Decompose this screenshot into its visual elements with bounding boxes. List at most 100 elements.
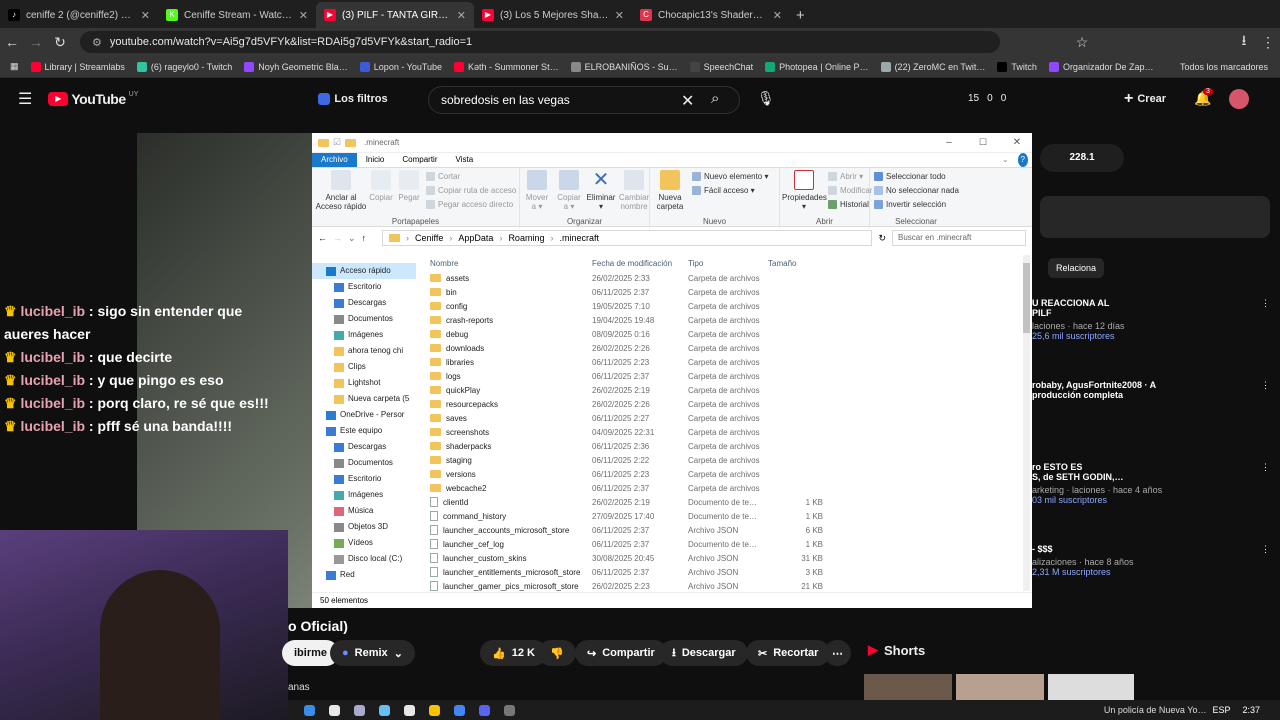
breadcrumb-item[interactable]: Ceniffe: [415, 233, 443, 243]
url-field[interactable]: ⚙ youtube.com/watch?v=Ai5g7d5VFYk&list=RD…: [80, 31, 1000, 53]
nav-tree-item[interactable]: ahora tenog chi: [312, 343, 416, 359]
copy-to-button[interactable]: Copiar a ▾: [554, 170, 584, 211]
refresh-icon[interactable]: ↻: [878, 233, 886, 244]
table-row[interactable]: clientId 26/02/2025 2:19 Documento de te… 1…: [422, 495, 1022, 509]
delete-button[interactable]: ✕ Eliminar ▾: [586, 170, 616, 211]
search-icon[interactable]: ⌕: [711, 90, 719, 107]
taskbar-media[interactable]: Un policía de Nueva Yo…: [1104, 705, 1207, 715]
table-row[interactable]: webcache2 06/11/2025 2:37 Carpeta de archi…: [422, 481, 1022, 495]
forward-icon[interactable]: →: [333, 233, 342, 243]
bookmark-item[interactable]: (22) ZeroMC en Twit…: [880, 61, 985, 72]
maximize-button[interactable]: ☐: [968, 137, 998, 148]
move-to-button[interactable]: Mover a ▾: [522, 170, 552, 211]
bookmark-item[interactable]: Library | Streamlabs: [30, 61, 125, 72]
nav-tree-item[interactable]: Descargas: [312, 439, 416, 455]
tab-close-icon[interactable]: ✕: [299, 9, 308, 22]
youtube-logo[interactable]: ▶ YouTube UY: [48, 91, 138, 107]
filters-button[interactable]: Los filtros: [318, 93, 388, 105]
bookmark-item[interactable]: Noyh Geometric Bla…: [244, 61, 348, 72]
table-row[interactable]: resourcepacks 26/02/2025 2:26 Carpeta de a…: [422, 397, 1022, 411]
rename-button[interactable]: Cambiar nombre: [618, 170, 650, 211]
browser-tab[interactable]: ▶ (3) PILF - TANTA GIRA (Vid… ✕: [316, 2, 474, 28]
invert-selection-button[interactable]: Invertir selección: [874, 200, 946, 209]
recommended-video[interactable]: ro ESTO ES S, de SETH GODIN,… arketing · l…: [1032, 454, 1280, 536]
nav-tree-item[interactable]: Escritorio: [312, 471, 416, 487]
breadcrumb-item[interactable]: AppData: [458, 233, 493, 243]
browser-tab[interactable]: ▶ (3) Los 5 Mejores Shaders para… ✕: [474, 2, 632, 28]
ribbon-tab[interactable]: Compartir: [393, 153, 446, 167]
table-row[interactable]: assets 26/02/2025 2:33 Carpeta de archivos: [422, 271, 1022, 285]
browser-tab[interactable]: ♪ ceniffe 2 (@ceniffe2) está emitie… ✕: [0, 2, 158, 28]
paste-button[interactable]: Pegar: [396, 170, 422, 202]
table-row[interactable]: versions 06/11/2025 2:23 Carpeta de archiv…: [422, 467, 1022, 481]
table-row[interactable]: debug 08/09/2025 0:16 Carpeta de archivos: [422, 327, 1022, 341]
tab-close-icon[interactable]: ✕: [615, 9, 624, 22]
nav-tree-item[interactable]: Nueva carpeta (5: [312, 391, 416, 407]
like-button[interactable]: 👍 12 K: [480, 640, 547, 666]
taskbar-app-icon[interactable]: [379, 704, 390, 716]
table-row[interactable]: screenshots 04/09/2025 22:31 Carpeta de ar…: [422, 425, 1022, 439]
clip-button[interactable]: ✂ Recortar: [746, 640, 831, 666]
apps-grid-icon[interactable]: ▦: [10, 61, 19, 72]
bookmark-item[interactable]: Lopon - YouTube: [359, 61, 442, 72]
share-button[interactable]: ↪ Compartir: [575, 640, 667, 666]
close-button[interactable]: ✕: [1002, 137, 1032, 148]
nav-tree-item[interactable]: Música: [312, 503, 416, 519]
recommended-video[interactable]: robaby, AgusFortnite2008 · Aproducción c…: [1032, 372, 1280, 454]
short-thumbnail[interactable]: [956, 674, 1044, 700]
paste-shortcut-button[interactable]: Pegar acceso directo: [426, 200, 513, 209]
dislike-button[interactable]: 👎: [538, 640, 576, 666]
nav-tree-item[interactable]: Clips: [312, 359, 416, 375]
clock[interactable]: 2:37: [1242, 705, 1260, 715]
short-thumbnail[interactable]: [1048, 674, 1134, 700]
nav-tree-item[interactable]: Documentos: [312, 311, 416, 327]
table-row[interactable]: launcher_cef_log 06/11/2025 2:37 Documento…: [422, 537, 1022, 551]
more-dots-icon[interactable]: ⋮: [1261, 380, 1270, 391]
ribbon-tab[interactable]: Inicio: [357, 153, 394, 167]
quick-access-toolbar-icon[interactable]: ☑: [333, 137, 341, 148]
nav-tree-item[interactable]: Disco local (C:): [312, 551, 416, 567]
nav-tree-item[interactable]: Lightshot: [312, 375, 416, 391]
nav-tree-item[interactable]: Documentos: [312, 455, 416, 471]
bookmark-item[interactable]: Kəth - Summoner St…: [454, 61, 559, 72]
back-icon[interactable]: ←: [318, 233, 327, 243]
table-row[interactable]: shaderpacks 06/11/2025 2:36 Carpeta de arc…: [422, 439, 1022, 453]
browser-tab[interactable]: C Chocapic13's Shaders para Min… ✕: [632, 2, 790, 28]
table-row[interactable]: staging 06/11/2025 2:22 Carpeta de archivo…: [422, 453, 1022, 467]
taskbar-app-icon[interactable]: [304, 704, 315, 716]
table-row[interactable]: launcher_accounts_microsoft_store 06/11/2…: [422, 523, 1022, 537]
select-none-button[interactable]: No seleccionar nada: [874, 186, 959, 195]
up-icon[interactable]: ↑: [362, 233, 367, 243]
taskbar-app-icon[interactable]: [354, 704, 365, 716]
taskbar-app-icon[interactable]: [404, 704, 415, 716]
browser-tab[interactable]: K Ceniffe Stream - Watch Live on … ✕: [158, 2, 316, 28]
history-button[interactable]: Historial: [828, 200, 869, 209]
more-actions-button[interactable]: ⋯: [824, 640, 851, 666]
more-dots-icon[interactable]: ⋮: [1261, 298, 1270, 309]
collapse-ribbon-icon[interactable]: ⌄: [993, 153, 1018, 167]
nav-tree-item[interactable]: OneDrive - Persor: [312, 407, 416, 423]
taskbar-app-icon[interactable]: [429, 704, 440, 716]
bookmark-star-icon[interactable]: ☆: [1070, 34, 1094, 51]
avatar[interactable]: [1229, 89, 1249, 109]
recent-dropdown-icon[interactable]: ⌄: [348, 233, 356, 244]
new-folder-button[interactable]: Nueva carpeta: [652, 170, 688, 211]
help-icon[interactable]: ?: [1017, 153, 1028, 167]
minimize-button[interactable]: –: [934, 137, 964, 148]
recommended-video[interactable]: U REACCIONA AL PILF laciones · hace 12 día…: [1032, 290, 1280, 372]
playlist-header[interactable]: [1040, 196, 1270, 238]
nav-tree-item[interactable]: Vídeos: [312, 535, 416, 551]
select-all-button[interactable]: Seleccionar todo: [874, 172, 946, 181]
table-row[interactable]: launcher_entitlements_microsoft_store 06/…: [422, 565, 1022, 579]
col-type[interactable]: Tipo: [688, 259, 768, 268]
bookmark-item[interactable]: Photopea | Online P…: [765, 61, 869, 72]
table-row[interactable]: launcher_custom_skins 30/08/2025 20:45 Arc…: [422, 551, 1022, 565]
cut-button[interactable]: Cortar: [426, 172, 460, 181]
forward-icon[interactable]: →: [24, 34, 48, 50]
taskbar-app-icon[interactable]: [479, 704, 490, 716]
col-date[interactable]: Fecha de modificación: [592, 259, 688, 268]
new-item-button[interactable]: Nuevo elemento ▾: [692, 172, 769, 181]
col-size[interactable]: Tamaño: [768, 259, 823, 268]
table-row[interactable]: config 19/05/2025 7:10 Carpeta de archivos: [422, 299, 1022, 313]
more-dots-icon[interactable]: ⋮: [1261, 462, 1270, 473]
